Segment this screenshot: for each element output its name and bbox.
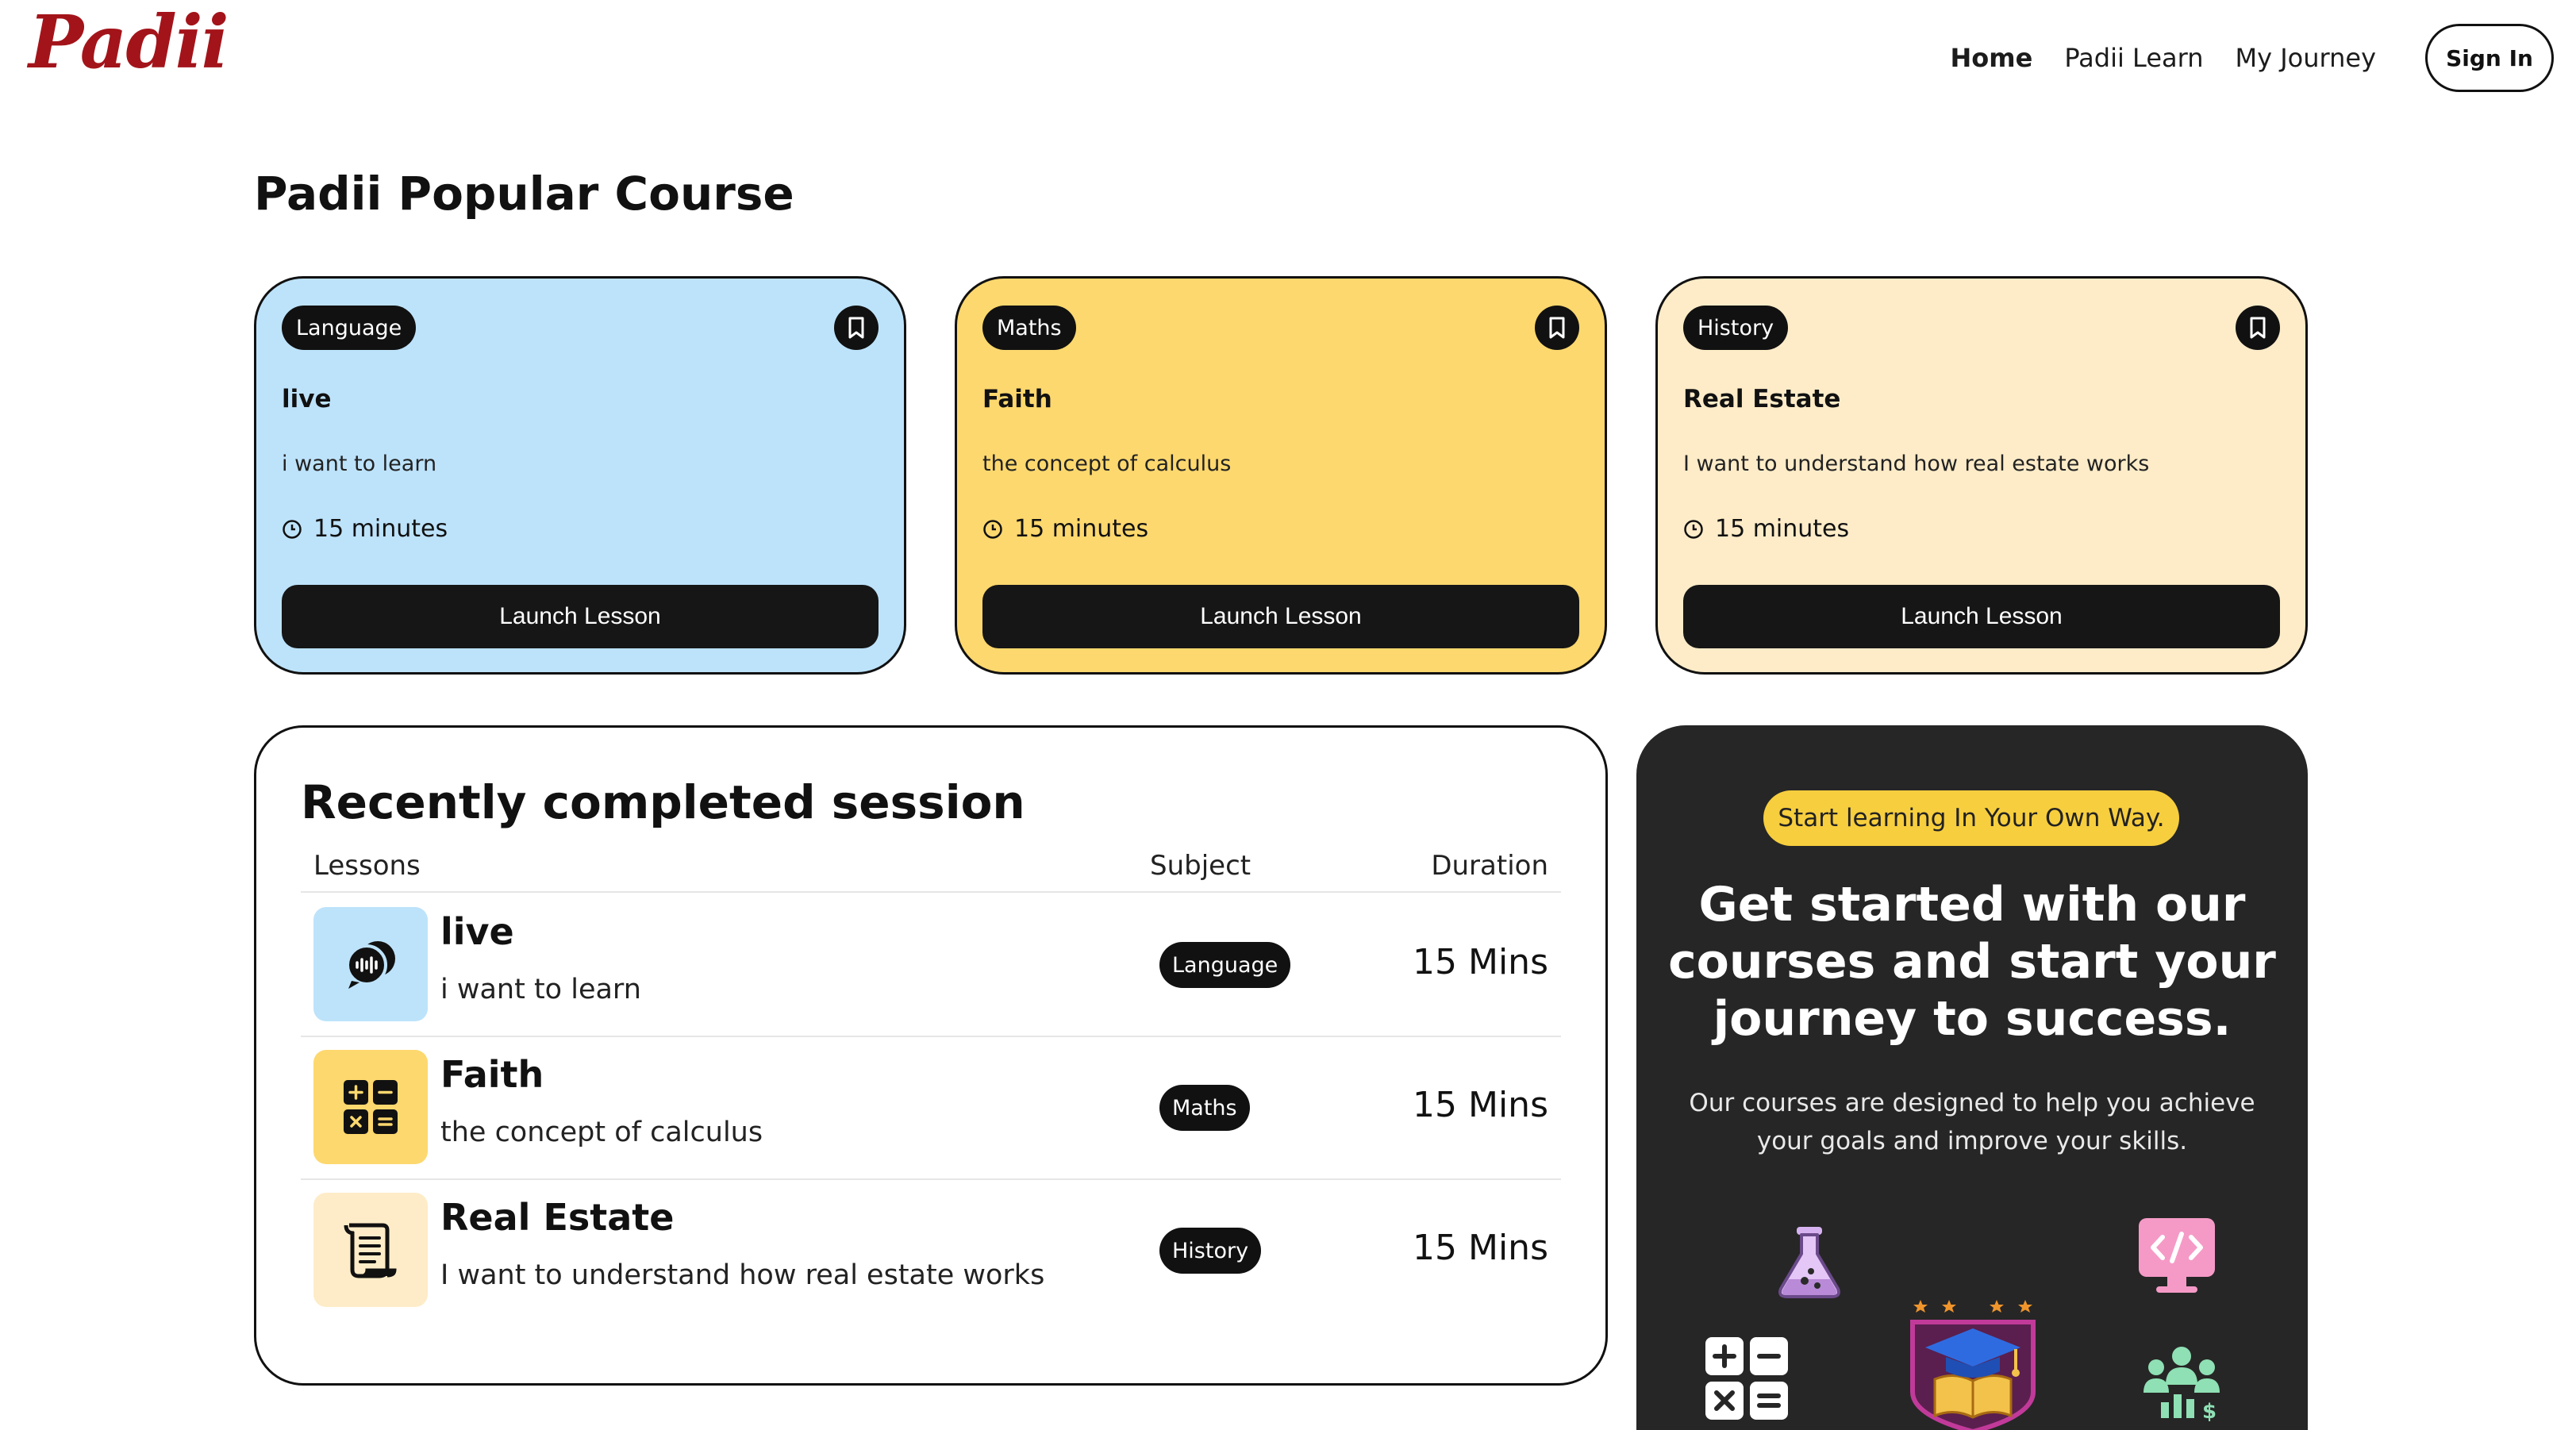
- table-row[interactable]: Real Estate I want to understand how rea…: [301, 1180, 1561, 1323]
- flask-icon: [1770, 1222, 1849, 1301]
- table-row[interactable]: Faith the concept of calculus Maths 15 M…: [301, 1037, 1561, 1180]
- subject-badge: Maths: [1159, 1085, 1250, 1131]
- popular-course-title: Padii Popular Course: [254, 167, 794, 221]
- course-title: Real Estate: [1683, 385, 1841, 413]
- sign-in-button[interactable]: Sign In: [2425, 24, 2554, 92]
- promo-panel: Start learning In Your Own Way. Get star…: [1636, 725, 2308, 1430]
- subject-badge: History: [1683, 306, 1789, 350]
- lesson-description: i want to learn: [440, 974, 641, 1005]
- course-description: the concept of calculus: [982, 452, 1232, 476]
- column-lessons: Lessons: [313, 850, 421, 882]
- session-rows: live i want to learn Language 15 Mins Fa…: [301, 894, 1561, 1323]
- top-nav: Home Padii Learn My Journey Sign In: [1951, 24, 2554, 92]
- subject-badge: Maths: [982, 306, 1076, 350]
- launch-lesson-button[interactable]: Launch Lesson: [1683, 585, 2280, 648]
- lesson-title: Faith: [440, 1053, 544, 1096]
- promo-pill: Start learning In Your Own Way.: [1763, 790, 2179, 846]
- graduation-book-badge-icon: [1905, 1297, 2041, 1430]
- nav-padii-learn[interactable]: Padii Learn: [2064, 45, 2203, 71]
- lesson-duration: 15 Mins: [1413, 1085, 1548, 1125]
- launch-lesson-button[interactable]: Launch Lesson: [982, 585, 1579, 648]
- duration-text: 15 minutes: [1715, 515, 1850, 543]
- promo-subtext: Our courses are designed to help you ach…: [1689, 1089, 2255, 1155]
- duration-text: 15 minutes: [313, 515, 448, 543]
- padii-logo[interactable]: Padii: [29, 0, 229, 84]
- lesson-duration: 15 Mins: [1413, 1228, 1548, 1268]
- recent-sessions-panel: Recently completed session Lessons Subje…: [254, 725, 1608, 1386]
- table-row[interactable]: live i want to learn Language 15 Mins: [301, 894, 1561, 1037]
- voice-chat-icon: [313, 907, 428, 1021]
- popular-course-cards: Language live i want to learn 15 minutes…: [254, 276, 2308, 675]
- lesson-description: I want to understand how real estate wor…: [440, 1259, 1045, 1291]
- course-duration: 15 minutes: [1683, 515, 1849, 543]
- launch-lesson-button[interactable]: Launch Lesson: [282, 585, 879, 648]
- course-description: I want to understand how real estate wor…: [1683, 452, 2150, 476]
- scroll-icon: [313, 1193, 428, 1307]
- column-duration: Duration: [1431, 850, 1548, 882]
- nav-home[interactable]: Home: [1951, 45, 2033, 71]
- column-subject: Subject: [1150, 850, 1251, 882]
- course-duration: 15 minutes: [282, 515, 448, 543]
- course-card-maths: Maths Faith the concept of calculus 15 m…: [955, 276, 1607, 675]
- table-header: Lessons Subject Duration: [301, 845, 1561, 893]
- subject-badge: Language: [1159, 942, 1291, 988]
- calculator-icon: [313, 1050, 428, 1164]
- subject-badge: History: [1159, 1228, 1262, 1274]
- calculator-icon: [1700, 1332, 1794, 1425]
- nav-my-journey[interactable]: My Journey: [2235, 45, 2376, 71]
- team-growth-icon: $: [2138, 1341, 2225, 1424]
- course-title: live: [282, 385, 332, 413]
- subject-badge: Language: [282, 306, 417, 350]
- lesson-description: the concept of calculus: [440, 1117, 763, 1148]
- promo-headline: Get started with our courses and start y…: [1668, 877, 2276, 1047]
- lesson-duration: 15 Mins: [1413, 942, 1548, 982]
- course-title: Faith: [982, 385, 1052, 413]
- lesson-title: Real Estate: [440, 1196, 675, 1239]
- clock-icon: [982, 519, 1003, 540]
- svg-text:$: $: [2202, 1400, 2217, 1421]
- code-monitor-icon: [2133, 1213, 2220, 1300]
- duration-text: 15 minutes: [1014, 515, 1149, 543]
- bookmark-icon[interactable]: [1535, 306, 1579, 350]
- lesson-title: live: [440, 910, 514, 953]
- course-description: i want to learn: [282, 452, 437, 476]
- course-duration: 15 minutes: [982, 515, 1148, 543]
- course-card-language: Language live i want to learn 15 minutes…: [254, 276, 906, 675]
- bookmark-icon[interactable]: [834, 306, 879, 350]
- recent-sessions-title: Recently completed session: [301, 775, 1025, 829]
- course-card-history: History Real Estate I want to understand…: [1655, 276, 2308, 675]
- clock-icon: [1683, 519, 1704, 540]
- clock-icon: [282, 519, 302, 540]
- bookmark-icon[interactable]: [2236, 306, 2280, 350]
